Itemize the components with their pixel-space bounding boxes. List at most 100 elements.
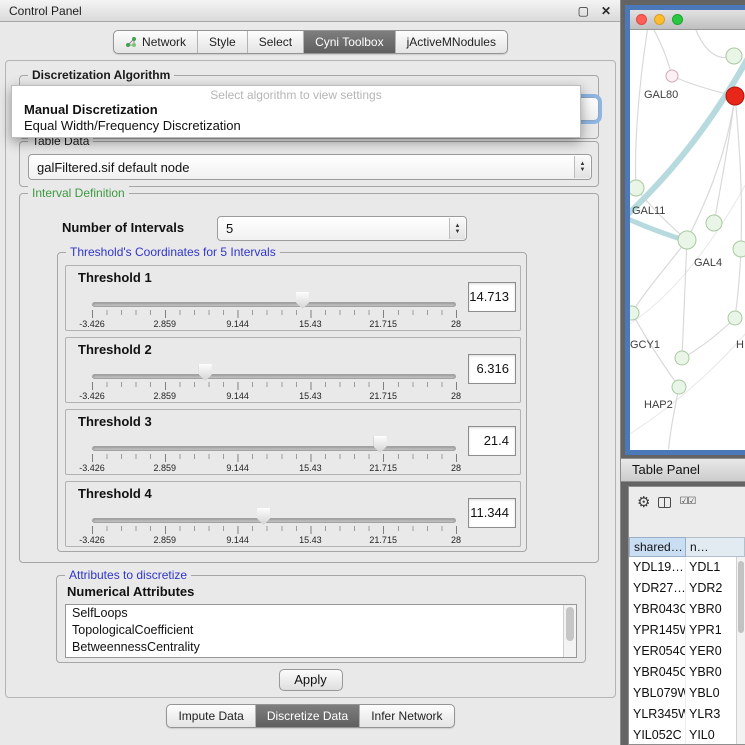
tab-cyni-toolbox[interactable]: Cyni Toolbox xyxy=(304,31,395,53)
network-edge[interactable] xyxy=(632,240,687,313)
dropdown-option-manual-discretization[interactable]: Manual Discretization xyxy=(12,102,580,118)
list-item[interactable]: BetweennessCentrality xyxy=(66,639,576,656)
close-icon[interactable]: ✕ xyxy=(601,5,611,17)
cell[interactable]: YLR3 xyxy=(686,704,736,725)
minimize-traffic-light-icon[interactable] xyxy=(654,14,665,25)
number-of-intervals-select[interactable]: 5 ▲▼ xyxy=(217,216,467,241)
apply-button[interactable]: Apply xyxy=(279,669,343,691)
tab-select[interactable]: Select xyxy=(248,31,304,53)
network-node[interactable] xyxy=(706,215,722,231)
threshold-3-slider[interactable]: -3.426 2.859 9.144 15.43 21.715 28 xyxy=(92,430,456,474)
float-window-icon[interactable]: ▢ xyxy=(578,5,589,17)
cell[interactable]: YBR045C xyxy=(629,662,686,683)
network-node[interactable] xyxy=(726,48,742,64)
network-node[interactable] xyxy=(630,180,644,196)
scrollbar-thumb[interactable] xyxy=(738,561,744,633)
network-node[interactable] xyxy=(675,351,689,365)
network-edge[interactable] xyxy=(630,290,745,440)
cell[interactable]: YIL052C xyxy=(629,725,686,744)
cell[interactable]: YBR0 xyxy=(686,662,736,683)
threshold-3-value-field[interactable]: 21.4 xyxy=(468,426,516,456)
threshold-2-value-field[interactable]: 6.316 xyxy=(468,354,516,384)
table-row[interactable]: YBR045CYBR0 xyxy=(629,662,736,683)
tab-impute-data[interactable]: Impute Data xyxy=(167,705,255,727)
tab-discretize-data[interactable]: Discretize Data xyxy=(256,705,360,727)
numerical-attributes-label: Numerical Attributes xyxy=(67,584,194,599)
slider-track[interactable] xyxy=(92,518,456,523)
control-panel-titlebar[interactable]: Control Panel ▢ ✕ xyxy=(0,0,620,22)
cell[interactable]: YDL1 xyxy=(686,557,736,578)
cell[interactable]: YDL19… xyxy=(629,557,686,578)
network-edge[interactable] xyxy=(735,249,741,318)
cell[interactable]: YPR145W xyxy=(629,620,686,641)
network-edge[interactable] xyxy=(714,96,735,223)
network-edge[interactable] xyxy=(668,387,679,449)
columns-icon[interactable] xyxy=(658,497,671,508)
threshold-4-slider[interactable]: -3.426 2.859 9.144 15.43 21.715 28 xyxy=(92,502,456,546)
table-row[interactable]: YDR27…YDR2 xyxy=(629,578,736,599)
network-edge[interactable] xyxy=(682,240,687,358)
network-node[interactable] xyxy=(726,87,744,105)
network-node[interactable] xyxy=(630,306,639,320)
close-traffic-light-icon[interactable] xyxy=(636,14,647,25)
table-scrollbar[interactable] xyxy=(736,557,745,744)
tab-style[interactable]: Style xyxy=(198,31,248,53)
interval-definition-group: Interval Definition Number of Intervals … xyxy=(19,193,599,563)
cell[interactable]: YER054C xyxy=(629,641,686,662)
cell[interactable]: YLR345W xyxy=(629,704,686,725)
table-row[interactable]: YDL19…YDL1 xyxy=(629,557,736,578)
network-node[interactable] xyxy=(728,311,742,325)
table-row[interactable]: YER054CYER0 xyxy=(629,641,736,662)
table-row[interactable]: YPR145WYPR1 xyxy=(629,620,736,641)
selected-value: 5 xyxy=(226,217,233,240)
threshold-1-value-field[interactable]: 14.713 xyxy=(468,282,516,312)
network-edge[interactable] xyxy=(735,96,741,249)
table-row[interactable]: YBR043CYBR0 xyxy=(629,599,736,620)
slider-track[interactable] xyxy=(92,302,456,307)
cell[interactable]: YPR1 xyxy=(686,620,736,641)
tab-jactivemnodules[interactable]: jActiveMNodules xyxy=(396,31,507,53)
select-columns-icon[interactable]: ☑☑ xyxy=(679,497,695,507)
dropdown-option-equal-width-frequency[interactable]: Equal Width/Frequency Discretization xyxy=(12,118,580,134)
network-canvas[interactable]: GAL80GAL11GAL4GCY1HAP2H xyxy=(630,30,745,449)
list-item[interactable]: SelfLoops xyxy=(66,605,576,622)
numerical-attributes-list[interactable]: SelfLoops TopologicalCoefficient Between… xyxy=(65,604,577,658)
table-row[interactable]: YLR345WYLR3 xyxy=(629,704,736,725)
table-row[interactable]: YIL052CYIL0 xyxy=(629,725,736,744)
cell[interactable]: YBR043C xyxy=(629,599,686,620)
table-data-select[interactable]: galFiltered.sif default node ▲▼ xyxy=(28,154,592,180)
network-window-titlebar[interactable] xyxy=(630,10,745,30)
zoom-traffic-light-icon[interactable] xyxy=(672,14,683,25)
threshold-2-slider[interactable]: -3.426 2.859 9.144 15.43 21.715 28 xyxy=(92,358,456,402)
network-edge[interactable] xyxy=(652,30,672,76)
cell[interactable]: YER0 xyxy=(686,641,736,662)
slider-track[interactable] xyxy=(92,446,456,451)
cell[interactable]: YBR0 xyxy=(686,599,736,620)
threshold-4-label: Threshold 4 xyxy=(78,486,152,501)
cell[interactable]: YIL0 xyxy=(686,725,736,744)
network-edge[interactable] xyxy=(630,218,686,241)
list-scrollbar[interactable] xyxy=(563,605,576,657)
network-node[interactable] xyxy=(666,70,678,82)
network-edge[interactable] xyxy=(682,318,735,358)
table-panel-header[interactable]: Table Panel xyxy=(621,458,745,482)
threshold-1-slider[interactable]: -3.426 2.859 9.144 15.43 21.715 28 xyxy=(92,286,456,330)
network-node[interactable] xyxy=(678,231,696,249)
network-node[interactable] xyxy=(672,380,686,394)
gear-icon[interactable]: ⚙ xyxy=(637,495,650,510)
list-item[interactable]: TopologicalCoefficient xyxy=(66,622,576,639)
cell[interactable]: YBL0 xyxy=(686,683,736,704)
cell[interactable]: YDR2 xyxy=(686,578,736,599)
network-edge[interactable] xyxy=(636,30,649,188)
column-header-name[interactable]: n… xyxy=(686,537,745,557)
tab-infer-network[interactable]: Infer Network xyxy=(360,705,453,727)
cell[interactable]: YDR27… xyxy=(629,578,686,599)
threshold-4-value-field[interactable]: 11.344 xyxy=(468,498,516,528)
cell[interactable]: YBL079W xyxy=(629,683,686,704)
network-node[interactable] xyxy=(733,241,745,257)
slider-track[interactable] xyxy=(92,374,456,379)
scrollbar-thumb[interactable] xyxy=(566,607,574,641)
table-row[interactable]: YBL079WYBL0 xyxy=(629,683,736,704)
column-header-shared-name[interactable]: shared… xyxy=(629,537,686,557)
tab-network[interactable]: Network xyxy=(114,31,198,53)
